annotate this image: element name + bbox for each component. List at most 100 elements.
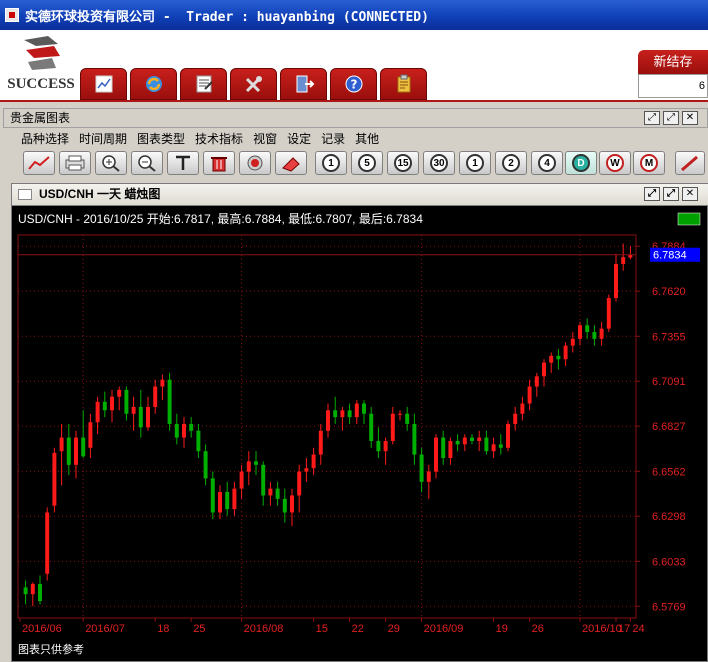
text-tool-button[interactable]: [167, 151, 199, 175]
trader-app: 实德环球投资有限公司 - Trader : huayanbing (CONNEC…: [0, 0, 708, 662]
line-chart-icon: [28, 156, 50, 170]
exit-door-icon: [296, 75, 314, 93]
app-icon: [5, 8, 19, 22]
chart-window-buttons: ⤢ ⤢ ✕: [644, 187, 698, 201]
candle: [434, 434, 438, 479]
delete-icon: [211, 157, 227, 172]
period-h2-button[interactable]: 2: [495, 151, 527, 175]
candle-body: [268, 488, 273, 496]
text-tool-icon: [176, 155, 190, 170]
connection-status-indicator: [677, 212, 701, 226]
period-h2-label: 2: [502, 154, 520, 172]
clipboard-tool-button[interactable]: [380, 68, 427, 100]
zoom-out-icon: [138, 155, 156, 172]
candle: [628, 246, 633, 260]
delete-button[interactable]: [203, 151, 235, 175]
menu-settings[interactable]: 设定: [287, 130, 311, 148]
line-chart-button[interactable]: [23, 151, 55, 175]
period-1-button[interactable]: 1: [315, 151, 347, 175]
candle: [225, 481, 230, 516]
x-tick-label: 26: [532, 623, 544, 635]
candle: [398, 410, 402, 421]
close-icon[interactable]: ✕: [682, 187, 698, 201]
candle-body: [556, 355, 561, 360]
period-h1-label: 1: [466, 154, 484, 172]
record-button[interactable]: [239, 151, 271, 175]
candle: [52, 447, 57, 513]
maximize-icon[interactable]: ⤢: [663, 111, 679, 125]
candle: [282, 488, 287, 523]
candle-body: [506, 423, 510, 448]
candlestick-chart[interactable]: USD/CNH - 2016/10/25 开始:6.7817, 最高:6.788…: [12, 206, 707, 661]
chart-tool-button[interactable]: [80, 68, 127, 100]
menu-chart-type[interactable]: 图表类型: [137, 130, 185, 148]
candle-body: [484, 437, 489, 452]
draw-line-button[interactable]: [675, 151, 705, 175]
candle: [239, 464, 244, 499]
candle-body: [30, 583, 35, 595]
menu-timeframe[interactable]: 时间周期: [79, 130, 127, 148]
candle: [455, 434, 460, 452]
x-tick-label: 25: [193, 623, 205, 635]
candle-body: [491, 444, 496, 452]
period-month-button[interactable]: M: [633, 151, 665, 175]
candle-body: [189, 423, 194, 431]
menu-symbol-select[interactable]: 品种选择: [21, 130, 69, 148]
zoom-in-button[interactable]: [95, 151, 127, 175]
period-5-button[interactable]: 5: [351, 151, 383, 175]
x-tick-label: 15: [316, 623, 328, 635]
period-h4-button[interactable]: 4: [531, 151, 563, 175]
clear-button[interactable]: [275, 151, 307, 175]
candle-body: [549, 355, 554, 363]
zoom-out-button[interactable]: [131, 151, 163, 175]
maximize-icon[interactable]: ⤢: [663, 187, 679, 201]
period-h1-button[interactable]: 1: [459, 151, 491, 175]
menu-records[interactable]: 记录: [321, 130, 345, 148]
period-day-button[interactable]: D: [565, 151, 597, 175]
candle: [182, 417, 186, 448]
panel-title-text: 贵金属图表: [10, 111, 71, 125]
candle-body: [520, 403, 525, 414]
candle-body: [282, 498, 287, 513]
candle: [556, 349, 561, 370]
candle: [477, 430, 482, 452]
candle: [606, 294, 611, 333]
candle-body: [304, 468, 309, 472]
menu-window[interactable]: 视窗: [253, 130, 277, 148]
y-tick-label: 6.6033: [652, 556, 686, 568]
menu-other[interactable]: 其他: [355, 130, 379, 148]
menu-indicators[interactable]: 技术指标: [195, 130, 243, 148]
x-tick-label: 2016/09: [424, 623, 464, 635]
candle: [210, 471, 215, 520]
settings-tool-button[interactable]: [230, 68, 277, 100]
refresh-tool-button[interactable]: [130, 68, 177, 100]
candle: [290, 488, 294, 527]
restore-icon[interactable]: ⤢: [644, 187, 660, 201]
candle: [304, 457, 309, 482]
candle: [333, 396, 338, 424]
candle: [246, 451, 251, 486]
period-30-button[interactable]: 30: [423, 151, 455, 175]
exit-tool-button[interactable]: [280, 68, 327, 100]
candle-body: [88, 422, 93, 448]
help-tool-button[interactable]: ?: [330, 68, 377, 100]
candle-body: [376, 440, 381, 452]
report-tool-button[interactable]: [180, 68, 227, 100]
svg-text:?: ?: [350, 78, 357, 92]
candle-body: [110, 396, 114, 411]
period-week-button[interactable]: W: [599, 151, 631, 175]
chart-menubar: 品种选择 时间周期 图表类型 技术指标 视窗 设定 记录 其他: [3, 130, 708, 148]
period-week-label: W: [606, 154, 624, 172]
candle-body: [570, 338, 575, 346]
candle-body: [534, 376, 539, 387]
close-icon[interactable]: ✕: [682, 111, 698, 125]
restore-icon[interactable]: ⤢: [644, 111, 660, 125]
candle-body: [81, 437, 86, 457]
candle: [470, 434, 474, 445]
period-15-button[interactable]: 15: [387, 151, 419, 175]
candle: [448, 437, 453, 465]
candle: [174, 413, 179, 445]
chart-window-caption: USD/CNH 一天 蜡烛图 ⤢ ⤢ ✕: [12, 184, 708, 206]
print-button[interactable]: [59, 151, 91, 175]
candle-body: [434, 437, 438, 472]
